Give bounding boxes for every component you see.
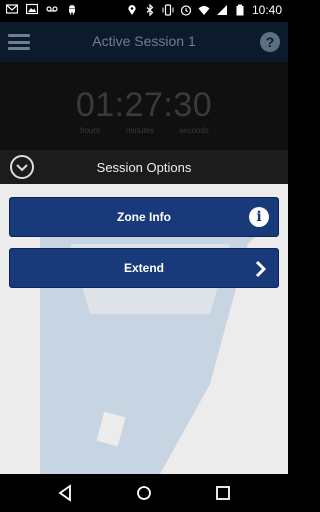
status-left-icons bbox=[6, 3, 78, 15]
recents-icon[interactable] bbox=[214, 484, 232, 502]
info-icon: i bbox=[249, 207, 269, 227]
system-nav-bar bbox=[0, 474, 288, 512]
status-right-icons: 10:40 bbox=[126, 3, 282, 17]
back-icon[interactable] bbox=[56, 484, 74, 502]
mail-icon bbox=[6, 4, 18, 14]
sheet-header: Session Options bbox=[0, 150, 288, 184]
help-icon[interactable]: ? bbox=[260, 32, 280, 52]
battery-icon bbox=[236, 4, 244, 16]
hours-label: hours bbox=[80, 126, 101, 135]
app-bar: Active Session 1 ? bbox=[0, 22, 288, 62]
wifi-icon bbox=[198, 6, 210, 15]
seconds-label: seconds bbox=[179, 126, 209, 135]
chevron-right-icon bbox=[255, 260, 267, 278]
voicemail-icon bbox=[46, 6, 58, 12]
extend-label: Extend bbox=[123, 261, 164, 275]
android-icon bbox=[69, 5, 75, 15]
session-timer: 01:27:30 bbox=[75, 86, 213, 124]
signal-icon bbox=[216, 5, 227, 15]
bluetooth-icon bbox=[146, 4, 154, 16]
minutes-label: minutes bbox=[126, 126, 155, 135]
photo-icon bbox=[26, 3, 38, 15]
status-time: 10:40 bbox=[251, 3, 282, 17]
extend-button[interactable]: Extend bbox=[9, 248, 279, 288]
zone-info-label: Zone Info bbox=[117, 210, 171, 224]
zone-info-button[interactable]: Zone Info i bbox=[9, 197, 279, 237]
vibrate-icon bbox=[162, 4, 174, 16]
home-icon[interactable] bbox=[135, 484, 153, 502]
location-icon bbox=[128, 5, 136, 16]
sheet-title: Session Options bbox=[96, 160, 192, 175]
alarm-icon bbox=[180, 5, 192, 16]
status-bar: 10:40 bbox=[0, 0, 288, 22]
timer-area: 01:27:30 hours minutes seconds bbox=[0, 62, 288, 150]
session-options-sheet: Session Options Zone Info i Extend bbox=[0, 150, 288, 474]
page-title: Active Session 1 bbox=[92, 33, 196, 49]
